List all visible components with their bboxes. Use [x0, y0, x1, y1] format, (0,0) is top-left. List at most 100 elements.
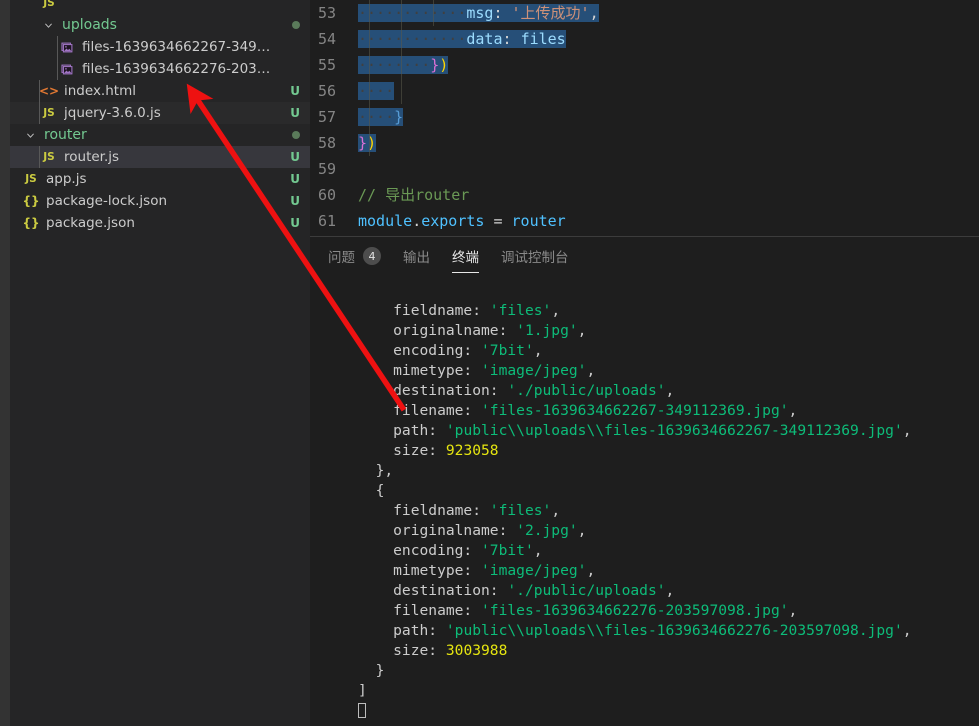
bottom-panel: 问题 4 输出 终端 调试控制台 fieldname: 'files', origina… — [310, 236, 979, 726]
git-status-badge: U — [290, 172, 300, 186]
code-token: module — [358, 212, 413, 230]
terminal-token: 923058 — [445, 442, 499, 459]
line-number: 57 — [317, 108, 336, 126]
image-icon — [58, 63, 76, 76]
terminal-line: } — [358, 661, 979, 681]
code-line[interactable]: 54 ············data: files — [310, 26, 979, 52]
terminal-token: }, — [358, 462, 394, 479]
code-line[interactable]: 59 — [310, 156, 979, 182]
code-line[interactable]: 61 module.exports = router — [310, 208, 979, 234]
terminal-token: path: — [358, 422, 446, 439]
terminal-token: , — [665, 382, 675, 399]
code-token: // 导出router — [358, 186, 470, 204]
terminal-line: { — [358, 481, 979, 501]
terminal-token: , — [533, 542, 543, 559]
tree-file-app.js[interactable]: JS app.js U — [10, 168, 310, 190]
terminal-token: 'image/jpeg' — [481, 562, 587, 579]
terminal-token: originalname: — [358, 522, 517, 539]
panel-tab-问题[interactable]: 问题 4 — [328, 237, 381, 275]
terminal-token: , — [577, 522, 587, 539]
terminal-line: filename: 'files-1639634662267-349112369… — [358, 401, 979, 421]
line-content — [358, 156, 979, 182]
git-status-badge: U — [290, 194, 300, 208]
terminal-token: destination: — [358, 582, 508, 599]
tree-item-label: files-1639634662267-349112369.... — [82, 39, 276, 55]
panel-tab-输出[interactable]: 输出 — [403, 237, 430, 275]
html-icon: <> — [38, 84, 60, 98]
activity-bar[interactable] — [0, 0, 10, 726]
code-lines[interactable]: 53 ············msg: '上传成功', 54 ············… — [310, 0, 979, 234]
code-token: } — [358, 134, 368, 152]
terminal-token: './public/uploads' — [507, 582, 666, 599]
tree-folder-uploads[interactable]: uploads — [10, 14, 310, 36]
terminal-line: mimetype: 'image/jpeg', — [358, 561, 979, 581]
tree-item-label: package-lock.json — [46, 193, 168, 209]
terminal-token: destination: — [358, 382, 508, 399]
tree-file-files-1639634662267-349112369....[interactable]: files-1639634662267-349112369.... — [10, 36, 310, 58]
line-number: 55 — [317, 56, 336, 74]
line-number: 53 — [317, 4, 336, 22]
git-status-badge: U — [290, 106, 300, 120]
git-status-badge: U — [290, 84, 300, 98]
code-line[interactable]: 56 ···· — [310, 78, 979, 104]
terminal-cursor-line — [358, 701, 979, 721]
terminal-token: , — [551, 502, 561, 519]
js-icon: JS — [43, 0, 55, 9]
terminal-line: destination: './public/uploads', — [358, 581, 979, 601]
terminal-token: , — [902, 422, 912, 439]
code-editor[interactable]: 53 ············msg: '上传成功', 54 ············… — [310, 0, 979, 236]
tree-item-label: router.js — [64, 149, 120, 165]
tree-folder-router[interactable]: router — [10, 124, 310, 146]
indent-guide — [57, 36, 58, 58]
terminal-token: , — [665, 582, 675, 599]
terminal-token: , — [788, 402, 798, 419]
panel-tab-label: 问题 — [328, 250, 355, 266]
panel-tab-调试控制台[interactable]: 调试控制台 — [501, 237, 569, 275]
terminal-token: 'public\\uploads\\files-1639634662276-20… — [445, 622, 903, 639]
tree-item-label: app.js — [46, 171, 87, 187]
indent-guide — [39, 102, 40, 124]
terminal-token: , — [533, 342, 543, 359]
code-line[interactable]: 57 ····} — [310, 104, 979, 130]
line-number: 58 — [317, 134, 336, 152]
chevron-down-icon — [40, 20, 56, 31]
terminal-line: ] — [358, 681, 979, 701]
tree-file-files-1639634662276-203597098....[interactable]: files-1639634662276-203597098.... — [10, 58, 310, 80]
code-line[interactable]: 60 // 导出router — [310, 182, 979, 208]
js-icon: JS — [43, 107, 55, 119]
terminal-token: '7bit' — [481, 342, 534, 359]
tree-file-package.json[interactable]: {} package.json U — [10, 212, 310, 234]
problems-count-badge: 4 — [363, 247, 381, 265]
line-content: ········}) — [358, 52, 979, 78]
terminal-cursor — [358, 703, 366, 718]
folder-status-dot-icon — [292, 21, 300, 29]
tree-file-item[interactable]: JS — [10, 0, 310, 14]
line-number: 59 — [317, 160, 336, 178]
code-line[interactable]: 58}) — [310, 130, 979, 156]
terminal-output[interactable]: fieldname: 'files', originalname: '1.jpg… — [310, 275, 979, 726]
terminal-token: 'public\\uploads\\files-1639634662267-34… — [445, 422, 903, 439]
tree-file-router.js[interactable]: JS router.js U — [10, 146, 310, 168]
terminal-token: } — [358, 662, 385, 679]
file-tree[interactable]: JS uploads files-1639634662267-349112369..… — [10, 0, 310, 234]
code-token: data — [466, 30, 503, 48]
terminal-token: 'files-1639634662276-203597098.jpg' — [481, 602, 789, 619]
terminal-token: , — [902, 622, 912, 639]
terminal-line: filename: 'files-1639634662276-203597098… — [358, 601, 979, 621]
terminal-line: destination: './public/uploads', — [358, 381, 979, 401]
terminal-token: , — [788, 602, 798, 619]
explorer-sidebar[interactable]: JS uploads files-1639634662267-349112369..… — [10, 0, 310, 726]
panel-tab-终端[interactable]: 终端 — [452, 237, 479, 275]
tree-item-label: router — [44, 127, 87, 143]
editor-indent-guide — [401, 0, 402, 104]
tree-item-label: files-1639634662276-203597098.... — [82, 61, 276, 77]
terminal-line: size: 923058 — [358, 441, 979, 461]
tree-file-index.html[interactable]: <> index.html U — [10, 80, 310, 102]
panel-tab-bar[interactable]: 问题 4 输出 终端 调试控制台 — [310, 237, 979, 275]
terminal-token: './public/uploads' — [507, 382, 666, 399]
code-line[interactable]: 55 ········}) — [310, 52, 979, 78]
tree-file-package-lock.json[interactable]: {} package-lock.json U — [10, 190, 310, 212]
code-token: ···· — [358, 82, 395, 100]
code-line[interactable]: 53 ············msg: '上传成功', — [310, 0, 979, 26]
tree-file-jquery-3.6.0.js[interactable]: JS jquery-3.6.0.js U — [10, 102, 310, 124]
